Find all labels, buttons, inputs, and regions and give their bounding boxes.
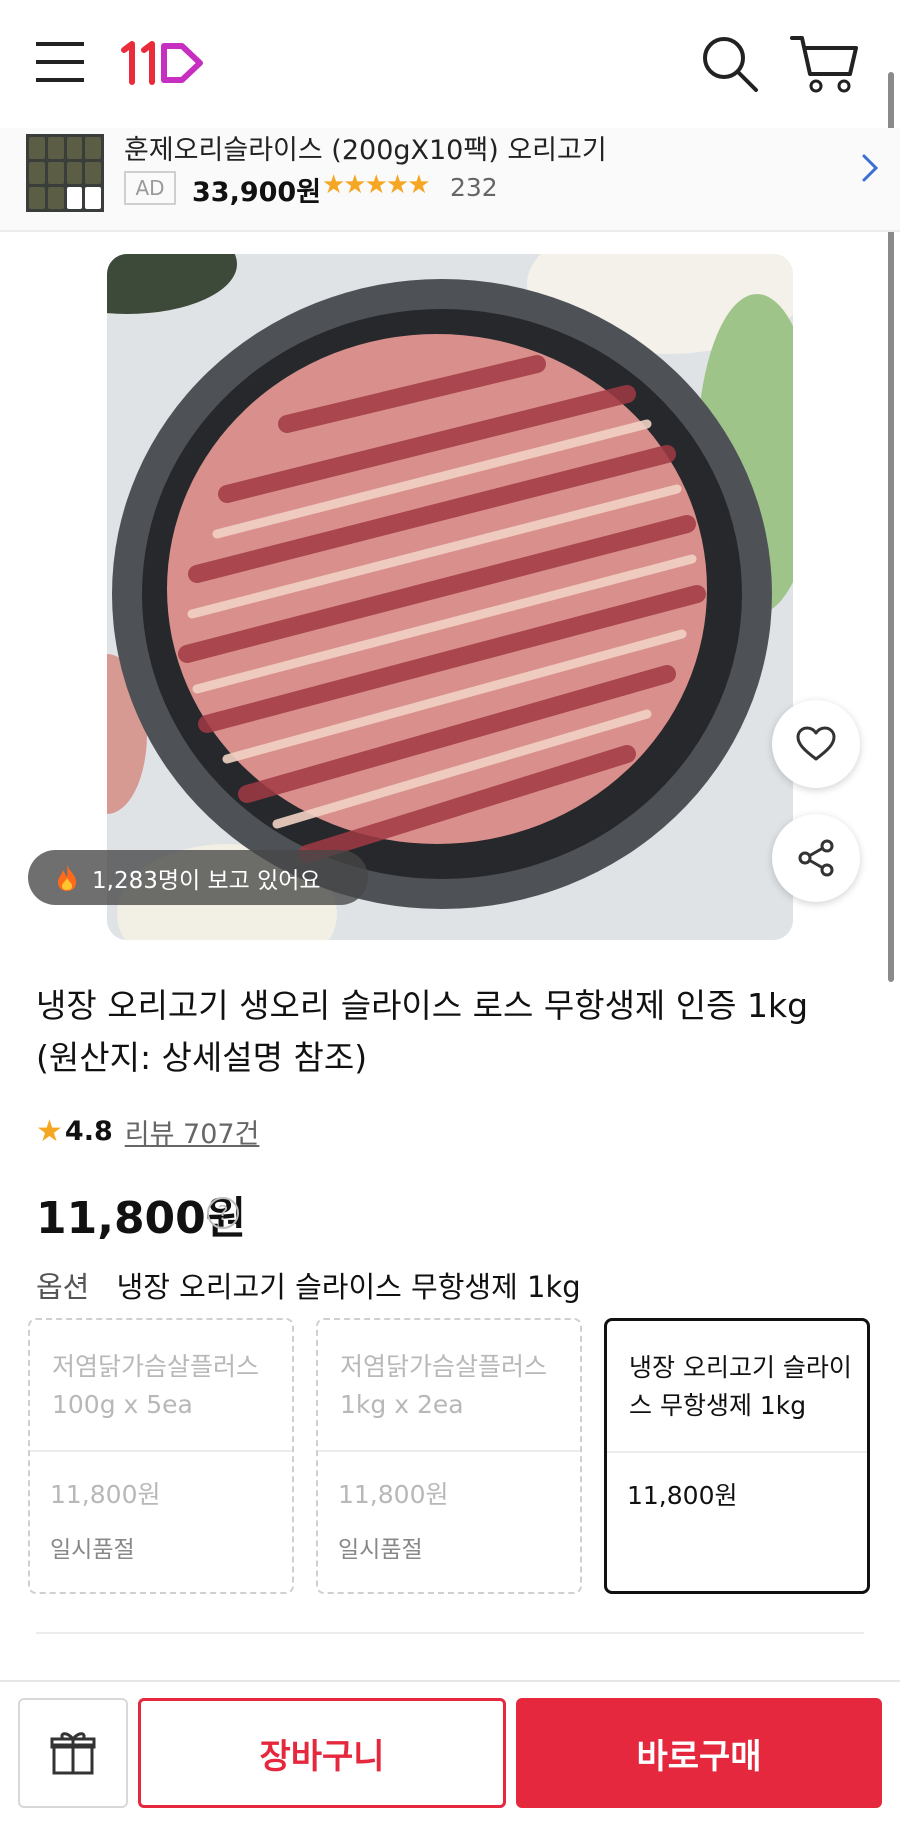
option-selected-value: 냉장 오리고기 슬라이스 무항생제 1kg: [116, 1270, 581, 1304]
ad-review-count: 232: [450, 173, 498, 202]
product-title: 냉장 오리고기 생오리 슬라이스 로스 무항생제 인증 1kg (원산지: 상세…: [36, 986, 809, 1077]
product-rating: ★ 4.8 리뷰 707건: [36, 1112, 259, 1151]
option-price: 11,800원: [627, 1481, 738, 1510]
option-status: 일시품절: [50, 1537, 135, 1563]
ad-title[interactable]: 훈제오리슬라이스 (200gX10팩) 오리고기: [124, 128, 607, 167]
search-icon[interactable]: [700, 34, 760, 94]
price-help-icon[interactable]: ?: [207, 1197, 239, 1229]
option-price: 11,800원: [50, 1480, 161, 1509]
11st-logo[interactable]: [118, 38, 208, 88]
option-price: 11,800원: [338, 1480, 449, 1509]
gift-button[interactable]: [18, 1698, 128, 1808]
gift-icon: [50, 1732, 96, 1775]
option-name: 냉장 오리고기 슬라이스 무항생제 1kg: [629, 1353, 852, 1420]
share-button[interactable]: [772, 814, 860, 902]
product-image[interactable]: [107, 254, 793, 940]
option-status: 일시품절: [338, 1537, 423, 1563]
ad-rating-stars: ★★★★★: [322, 170, 431, 200]
option-name: 저염닭가슴살플러스 1kg x 2ea: [340, 1352, 548, 1419]
wishlist-button[interactable]: [772, 700, 860, 788]
add-to-cart-button[interactable]: 장바구니: [138, 1698, 506, 1808]
divider: [30, 1450, 292, 1452]
divider: [318, 1450, 580, 1452]
star-icon: ★: [36, 1114, 63, 1149]
rating-score: 4.8: [64, 1116, 113, 1147]
chevron-right-icon[interactable]: [860, 152, 880, 184]
heart-icon: [796, 726, 836, 761]
buy-now-button[interactable]: 바로구매: [516, 1698, 882, 1808]
cart-icon[interactable]: [790, 34, 860, 94]
menu-icon[interactable]: [36, 40, 86, 84]
review-link[interactable]: 리뷰 707건: [125, 1112, 260, 1151]
fire-icon: [58, 864, 76, 891]
option-name: 저염닭가슴살플러스 100g x 5ea: [52, 1352, 260, 1419]
ad-price: 33,900원: [192, 177, 322, 208]
option-label: 옵션: [36, 1270, 90, 1304]
ad-badge: AD: [124, 171, 176, 205]
share-icon: [798, 839, 834, 877]
live-viewers-badge: 1,283명이 보고 있어요: [28, 850, 368, 905]
option-card-selected[interactable]: 냉장 오리고기 슬라이스 무항생제 1kg 11,800원: [604, 1318, 870, 1594]
option-summary: 옵션 냉장 오리고기 슬라이스 무항생제 1kg: [36, 1264, 581, 1306]
divider: [607, 1451, 867, 1453]
ad-product-thumbnail[interactable]: [26, 134, 104, 212]
viewers-text: 1,283명이 보고 있어요: [92, 867, 321, 894]
option-card[interactable]: 저염닭가슴살플러스 1kg x 2ea 11,800원 일시품절: [316, 1318, 582, 1594]
option-card[interactable]: 저염닭가슴살플러스 100g x 5ea 11,800원 일시품절: [28, 1318, 294, 1594]
section-divider: [36, 1632, 864, 1634]
